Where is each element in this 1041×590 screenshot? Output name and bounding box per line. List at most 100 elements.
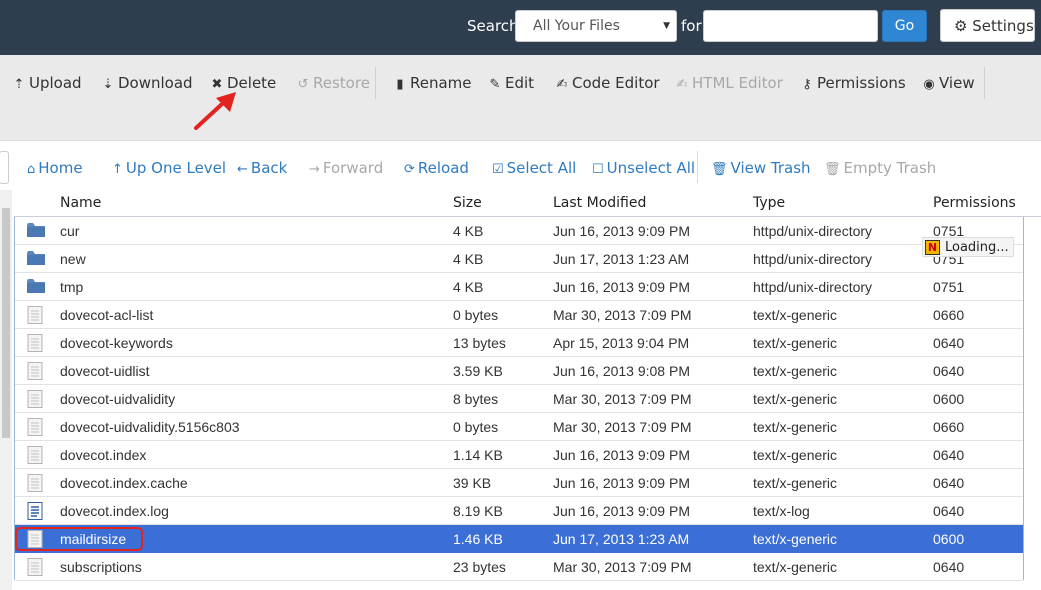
table-row[interactable]: dovecot.index.log 8.19 KB Jun 16, 2013 9:0… xyxy=(15,497,1023,525)
table-row[interactable]: cur 4 KB Jun 16, 2013 9:09 PM httpd/unix-di… xyxy=(15,217,1023,245)
unselect-all-button[interactable]: ☐ Unselect All xyxy=(592,159,695,177)
up-one-level-button[interactable]: ↑ Up One Level xyxy=(112,159,226,177)
file-icon xyxy=(27,446,45,464)
arrow-up-icon: ↑ xyxy=(112,162,123,177)
file-last-modified: Jun 16, 2013 9:09 PM xyxy=(553,503,690,519)
table-row[interactable]: dovecot-uidvalidity 8 bytes Mar 30, 2013 7… xyxy=(15,385,1023,413)
file-icon xyxy=(27,306,45,324)
gear-icon: ⚙ xyxy=(954,17,968,35)
column-header-size[interactable]: Size xyxy=(453,195,482,211)
go-button[interactable]: Go xyxy=(882,10,927,42)
permissions-button[interactable]: ⚷ Permissions xyxy=(800,74,905,92)
file-type: httpd/unix-directory xyxy=(753,223,873,239)
checkbox-checked-icon: ☑ xyxy=(492,162,504,177)
html-editor-button[interactable]: ✍ HTML Editor xyxy=(675,74,783,92)
table-row[interactable]: dovecot-keywords 13 bytes Apr 15, 2013 9:0… xyxy=(15,329,1023,357)
up-one-level-label: Up One Level xyxy=(125,159,227,177)
for-label: for xyxy=(681,17,702,35)
top-header-bar: Search All Your Files ▼ for Go ⚙ Setting… xyxy=(0,0,1041,55)
loading-label: Loading... xyxy=(945,240,1009,255)
refresh-icon: ⟳ xyxy=(404,162,415,177)
scrollbar-thumb[interactable] xyxy=(2,208,10,438)
file-type: text/x-generic xyxy=(753,559,838,575)
forward-button[interactable]: → Forward xyxy=(309,159,383,177)
restore-button[interactable]: ↺ Restore xyxy=(296,74,370,92)
file-size: 39 KB xyxy=(453,475,492,491)
file-name: dovecot.index xyxy=(60,447,147,463)
file-last-modified: Jun 17, 2013 1:23 AM xyxy=(553,531,690,547)
column-header-name[interactable]: Name xyxy=(60,195,101,211)
file-type: text/x-generic xyxy=(753,475,838,491)
column-header-type[interactable]: Type xyxy=(753,195,785,211)
file-icon: ▮ xyxy=(396,77,404,92)
file-size: 0 bytes xyxy=(453,419,499,435)
dropdown-caret-icon: ▼ xyxy=(663,21,670,31)
upload-button[interactable]: ⇡ Upload xyxy=(12,74,82,92)
highlight-annotation-box xyxy=(15,527,143,551)
search-scope-select[interactable]: All Your Files ▼ xyxy=(515,10,677,42)
select-all-button[interactable]: ☑ Select All xyxy=(492,159,576,177)
table-row[interactable]: dovecot-acl-list 0 bytes Mar 30, 2013 7:09… xyxy=(15,301,1023,329)
checkbox-empty-icon: ☐ xyxy=(592,162,604,177)
table-row[interactable]: tmp 4 KB Jun 16, 2013 9:09 PM httpd/unix-di… xyxy=(15,273,1023,301)
column-header-last-modified[interactable]: Last Modified xyxy=(553,195,646,211)
log-file-icon xyxy=(27,502,45,520)
table-row[interactable]: maildirsize 1.46 KB Jun 17, 2013 1:23 AM te… xyxy=(15,525,1023,553)
file-name: dovecot.index.cache xyxy=(60,475,188,491)
file-type: text/x-generic xyxy=(753,307,838,323)
empty-trash-button[interactable]: 🗑 Empty Trash xyxy=(824,159,936,177)
file-name: dovecot.index.log xyxy=(60,503,169,519)
table-row[interactable]: dovecot-uidvalidity.5156c803 0 bytes Mar 3… xyxy=(15,413,1023,441)
view-button[interactable]: ◉ View xyxy=(922,74,975,92)
view-trash-button[interactable]: 🗑 View Trash xyxy=(711,159,811,177)
download-button[interactable]: ⇣ Download xyxy=(101,74,193,92)
search-label: Search xyxy=(467,17,519,35)
navigation-bar: ⌂ Home ↑ Up One Level ← Back → Forward ⟳ Relo… xyxy=(0,140,1041,190)
file-type: httpd/unix-directory xyxy=(753,251,873,267)
red-arrow-icon xyxy=(194,92,236,130)
file-size: 8.19 KB xyxy=(453,503,503,519)
file-icon xyxy=(27,390,45,408)
rename-label: Rename xyxy=(410,74,472,92)
file-permissions: 0640 xyxy=(933,447,965,463)
file-size: 23 bytes xyxy=(453,559,506,575)
file-name: dovecot-uidvalidity.5156c803 xyxy=(60,419,240,435)
home-button[interactable]: ⌂ Home xyxy=(27,159,83,177)
rename-button[interactable]: ▮ Rename xyxy=(393,74,472,92)
code-editor-button[interactable]: ✍ Code Editor xyxy=(555,74,660,92)
settings-button[interactable]: ⚙ Settings xyxy=(940,9,1035,42)
forward-label: Forward xyxy=(322,159,384,177)
file-size: 13 bytes xyxy=(453,335,506,351)
column-header-permissions[interactable]: Permissions xyxy=(933,195,1016,211)
file-last-modified: Jun 16, 2013 9:09 PM xyxy=(553,279,690,295)
view-trash-label: View Trash xyxy=(730,159,811,177)
search-scope-value: All Your Files xyxy=(533,18,620,34)
table-row[interactable]: dovecot.index 1.14 KB Jun 16, 2013 9:09 PM… xyxy=(15,441,1023,469)
table-row[interactable]: dovecot-uidlist 3.59 KB Jun 16, 2013 9:08 … xyxy=(15,357,1023,385)
view-label: View xyxy=(939,74,975,92)
table-row[interactable]: new 4 KB Jun 17, 2013 1:23 AM httpd/unix-di… xyxy=(15,245,1023,273)
path-input[interactable] xyxy=(0,151,9,184)
file-size: 1.14 KB xyxy=(453,447,503,463)
unselect-all-label: Unselect All xyxy=(606,159,696,177)
file-name: dovecot-acl-list xyxy=(60,307,154,323)
home-icon: ⌂ xyxy=(27,162,36,177)
extension-badge-icon: N xyxy=(925,240,940,255)
code-editor-label: Code Editor xyxy=(572,74,660,92)
search-input[interactable] xyxy=(703,10,878,42)
sidebar-scrollbar[interactable] xyxy=(0,190,12,590)
reload-label: Reload xyxy=(417,159,469,177)
table-row[interactable]: subscriptions 23 bytes Mar 30, 2013 7:09 P… xyxy=(15,553,1023,581)
file-icon xyxy=(27,558,45,576)
edit-button[interactable]: ✎ Edit xyxy=(488,74,535,92)
back-button[interactable]: ← Back xyxy=(237,159,287,177)
trash-icon: 🗑 xyxy=(711,162,728,177)
edit-square-icon: ✍ xyxy=(556,77,568,92)
file-size: 4 KB xyxy=(453,223,484,239)
file-permissions: 0600 xyxy=(933,531,965,547)
reload-button[interactable]: ⟳ Reload xyxy=(404,159,469,177)
file-name: tmp xyxy=(60,279,84,295)
file-type: httpd/unix-directory xyxy=(753,279,873,295)
table-row[interactable]: dovecot.index.cache 39 KB Jun 16, 2013 9:0… xyxy=(15,469,1023,497)
file-toolbar: ⇡ Upload ⇣ Download ✖ Delete ↺ Restore ▮ Rena… xyxy=(0,55,1041,140)
